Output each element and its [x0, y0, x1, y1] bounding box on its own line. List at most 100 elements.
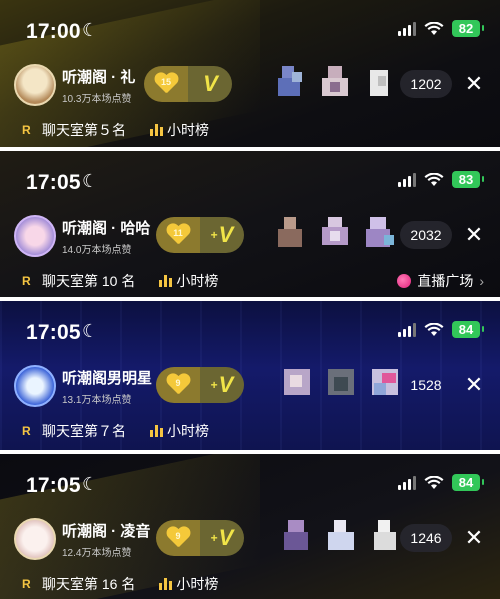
- host-card[interactable]: 听潮阁男明星 13.1万本场点赞: [14, 365, 152, 407]
- fan-badges[interactable]: 11 + V: [156, 217, 244, 253]
- vip-badge[interactable]: + V: [200, 520, 244, 556]
- signal-icon: [398, 21, 416, 36]
- viewer-avatar[interactable]: [282, 365, 312, 399]
- chatroom-rank[interactable]: R 聊天室第５名: [22, 120, 126, 140]
- live-panel-1: 17:00 ☾ 82 听潮阁 · 礼 10.3万本场点赞 15 V 1202 ✕…: [0, 0, 500, 147]
- bar-chart-icon: [150, 124, 163, 136]
- fan-level-badge[interactable]: 11: [156, 217, 200, 253]
- moon-icon: ☾: [82, 20, 99, 40]
- heart-icon: 9: [166, 374, 190, 396]
- viewer-count[interactable]: 1246: [400, 524, 452, 552]
- status-bar: 84: [398, 321, 484, 338]
- host-card[interactable]: 听潮阁 · 哈哈 14.0万本场点赞: [14, 215, 150, 257]
- chatroom-rank[interactable]: R 聊天室第７名: [22, 421, 126, 441]
- viewer-count[interactable]: 2032: [400, 221, 452, 249]
- wifi-icon: [424, 475, 444, 489]
- viewer-avatar[interactable]: [364, 215, 394, 249]
- vip-badge[interactable]: + V: [200, 217, 244, 253]
- chevron-right-icon: ›: [479, 273, 484, 289]
- status-bar: 82: [398, 20, 484, 37]
- viewer-count[interactable]: 1202: [400, 70, 452, 98]
- rank-icon: R: [22, 424, 31, 438]
- fan-level-badge[interactable]: 9: [156, 520, 200, 556]
- close-icon[interactable]: ✕: [462, 524, 486, 552]
- fan-badges[interactable]: 15 V: [144, 66, 232, 102]
- wifi-icon: [424, 322, 444, 336]
- close-icon[interactable]: ✕: [462, 221, 486, 249]
- vip-badge[interactable]: V: [188, 66, 232, 102]
- hourly-chart-link[interactable]: 小时榜: [150, 421, 209, 441]
- viewer-count[interactable]: 1528: [400, 371, 452, 399]
- bar-chart-icon: [159, 275, 173, 287]
- live-panel-3: 17:05 ☾ 84 听潮阁男明星 13.1万本场点赞 9 + V 1528 ✕ …: [0, 301, 500, 450]
- signal-icon: [398, 172, 416, 187]
- host-likes: 10.3万本场点赞: [62, 93, 132, 105]
- viewer-avatars[interactable]: [282, 518, 400, 552]
- status-bar: 83: [398, 171, 484, 188]
- rank-icon: R: [22, 577, 31, 591]
- viewer-avatar[interactable]: [282, 518, 312, 552]
- fan-level-badge[interactable]: 15: [144, 66, 188, 102]
- vip-badge[interactable]: + V: [200, 367, 244, 403]
- battery-indicator: 84: [452, 321, 484, 338]
- fan-badges[interactable]: 9 + V: [156, 520, 244, 556]
- rank-icon: R: [22, 123, 31, 137]
- viewer-avatar[interactable]: [326, 518, 356, 552]
- status-time: 17:05: [26, 171, 81, 194]
- fan-level-badge[interactable]: 9: [156, 367, 200, 403]
- status-time: 17:00: [26, 20, 81, 43]
- hourly-chart-link[interactable]: 小时榜: [159, 574, 218, 594]
- viewer-avatar[interactable]: [320, 215, 350, 249]
- viewer-avatars[interactable]: [276, 64, 394, 98]
- host-likes: 13.1万本场点赞: [62, 394, 132, 406]
- status-time: 17:05: [26, 321, 81, 344]
- battery-indicator: 82: [452, 20, 484, 37]
- signal-icon: [398, 475, 416, 490]
- chatroom-rank[interactable]: R 聊天室第 16 名: [22, 574, 135, 594]
- heart-icon: 9: [166, 527, 190, 549]
- viewer-avatar[interactable]: [276, 215, 306, 249]
- heart-icon: 11: [166, 224, 190, 246]
- rank-icon: R: [22, 274, 31, 288]
- moon-icon: ☾: [82, 171, 99, 191]
- avatar[interactable]: [14, 215, 56, 257]
- wifi-icon: [424, 172, 444, 186]
- chatroom-rank[interactable]: R 聊天室第 10 名: [22, 271, 135, 291]
- viewer-avatars[interactable]: [276, 215, 394, 249]
- fan-badges[interactable]: 9 + V: [156, 367, 244, 403]
- live-square-icon: [397, 274, 412, 288]
- viewer-avatar[interactable]: [370, 365, 400, 399]
- hourly-chart-link[interactable]: 小时榜: [150, 120, 209, 140]
- host-likes: 14.0万本场点赞: [62, 244, 132, 256]
- live-panel-4: 17:05 ☾ 84 听潮阁 · 凌音 12.4万本场点赞 9 + V 1246 …: [0, 454, 500, 599]
- viewer-avatar[interactable]: [320, 64, 350, 98]
- viewer-avatar[interactable]: [276, 64, 306, 98]
- moon-icon: ☾: [82, 474, 99, 494]
- host-card[interactable]: 听潮阁 · 礼 10.3万本场点赞: [14, 64, 135, 106]
- signal-icon: [398, 322, 416, 337]
- hourly-chart-link[interactable]: 小时榜: [159, 271, 218, 291]
- battery-indicator: 83: [452, 171, 484, 188]
- host-card[interactable]: 听潮阁 · 凌音 12.4万本场点赞: [14, 518, 150, 560]
- avatar[interactable]: [14, 518, 56, 560]
- viewer-avatar[interactable]: [326, 365, 356, 399]
- avatar[interactable]: [14, 365, 56, 407]
- wifi-icon: [424, 21, 444, 35]
- host-likes: 12.4万本场点赞: [62, 547, 132, 559]
- bar-chart-icon: [159, 578, 173, 590]
- viewer-avatar[interactable]: [370, 518, 400, 552]
- avatar[interactable]: [14, 64, 56, 106]
- status-bar: 84: [398, 474, 484, 491]
- bar-chart-icon: [150, 425, 163, 437]
- host-name: 听潮阁男明星: [62, 369, 153, 387]
- heart-icon: 15: [154, 73, 178, 95]
- host-name: 听潮阁 · 礼: [62, 68, 136, 86]
- viewer-avatar[interactable]: [364, 64, 394, 98]
- close-icon[interactable]: ✕: [462, 371, 486, 399]
- live-square-link[interactable]: 直播广场 ›: [397, 271, 484, 291]
- live-panel-2: 17:05 ☾ 83 听潮阁 · 哈哈 14.0万本场点赞 11 + V 2032…: [0, 151, 500, 297]
- moon-icon: ☾: [82, 321, 99, 341]
- battery-indicator: 84: [452, 474, 484, 491]
- viewer-avatars[interactable]: [282, 365, 400, 399]
- close-icon[interactable]: ✕: [462, 70, 486, 98]
